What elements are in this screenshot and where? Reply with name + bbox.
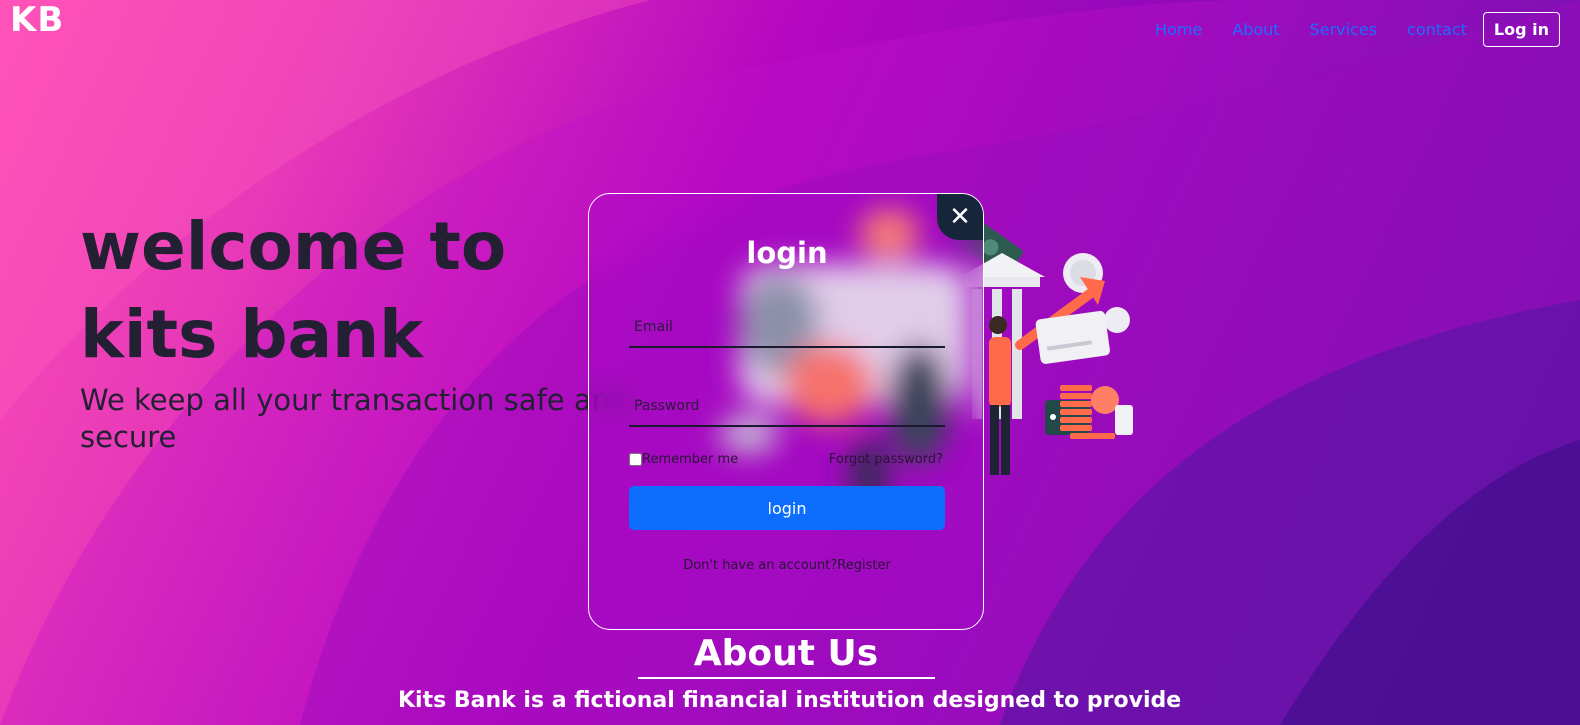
about-title: About Us bbox=[693, 633, 879, 674]
register-prompt: Don't have an account?Register bbox=[589, 558, 983, 573]
hero-title: welcome to kits bank bbox=[80, 208, 507, 373]
password-field[interactable] bbox=[629, 387, 945, 425]
email-field[interactable] bbox=[629, 308, 945, 346]
nav-contact[interactable]: contact bbox=[1407, 20, 1467, 39]
brand-logo[interactable]: KB bbox=[10, 0, 64, 40]
remember-me-label: Remember me bbox=[642, 452, 739, 467]
login-submit-button[interactable]: login bbox=[629, 486, 945, 530]
login-modal: ✕ login Remember me Forgot password? log… bbox=[588, 193, 984, 630]
no-account-text: Don't have an account? bbox=[683, 558, 838, 573]
remember-me-checkbox[interactable] bbox=[629, 453, 642, 466]
register-link[interactable]: Register bbox=[837, 558, 891, 573]
nav-services[interactable]: Services bbox=[1310, 20, 1377, 39]
nav-home[interactable]: Home bbox=[1155, 20, 1202, 39]
remember-me[interactable]: Remember me bbox=[629, 452, 738, 467]
nav-about[interactable]: About bbox=[1232, 20, 1279, 39]
forgot-password-link[interactable]: Forgot password? bbox=[829, 452, 943, 467]
close-icon[interactable]: ✕ bbox=[937, 194, 983, 240]
top-nav: Home About Services contact Log in bbox=[1155, 12, 1560, 47]
nav-login-button[interactable]: Log in bbox=[1482, 12, 1560, 47]
hero-subtitle: We keep all your transaction safe and se… bbox=[80, 383, 629, 454]
about-text: Kits Bank is a fictional financial insti… bbox=[398, 688, 1182, 713]
about-divider bbox=[638, 677, 935, 679]
password-field-wrapper bbox=[629, 387, 945, 427]
email-field-wrapper bbox=[629, 308, 945, 348]
modal-title: login bbox=[746, 236, 828, 270]
